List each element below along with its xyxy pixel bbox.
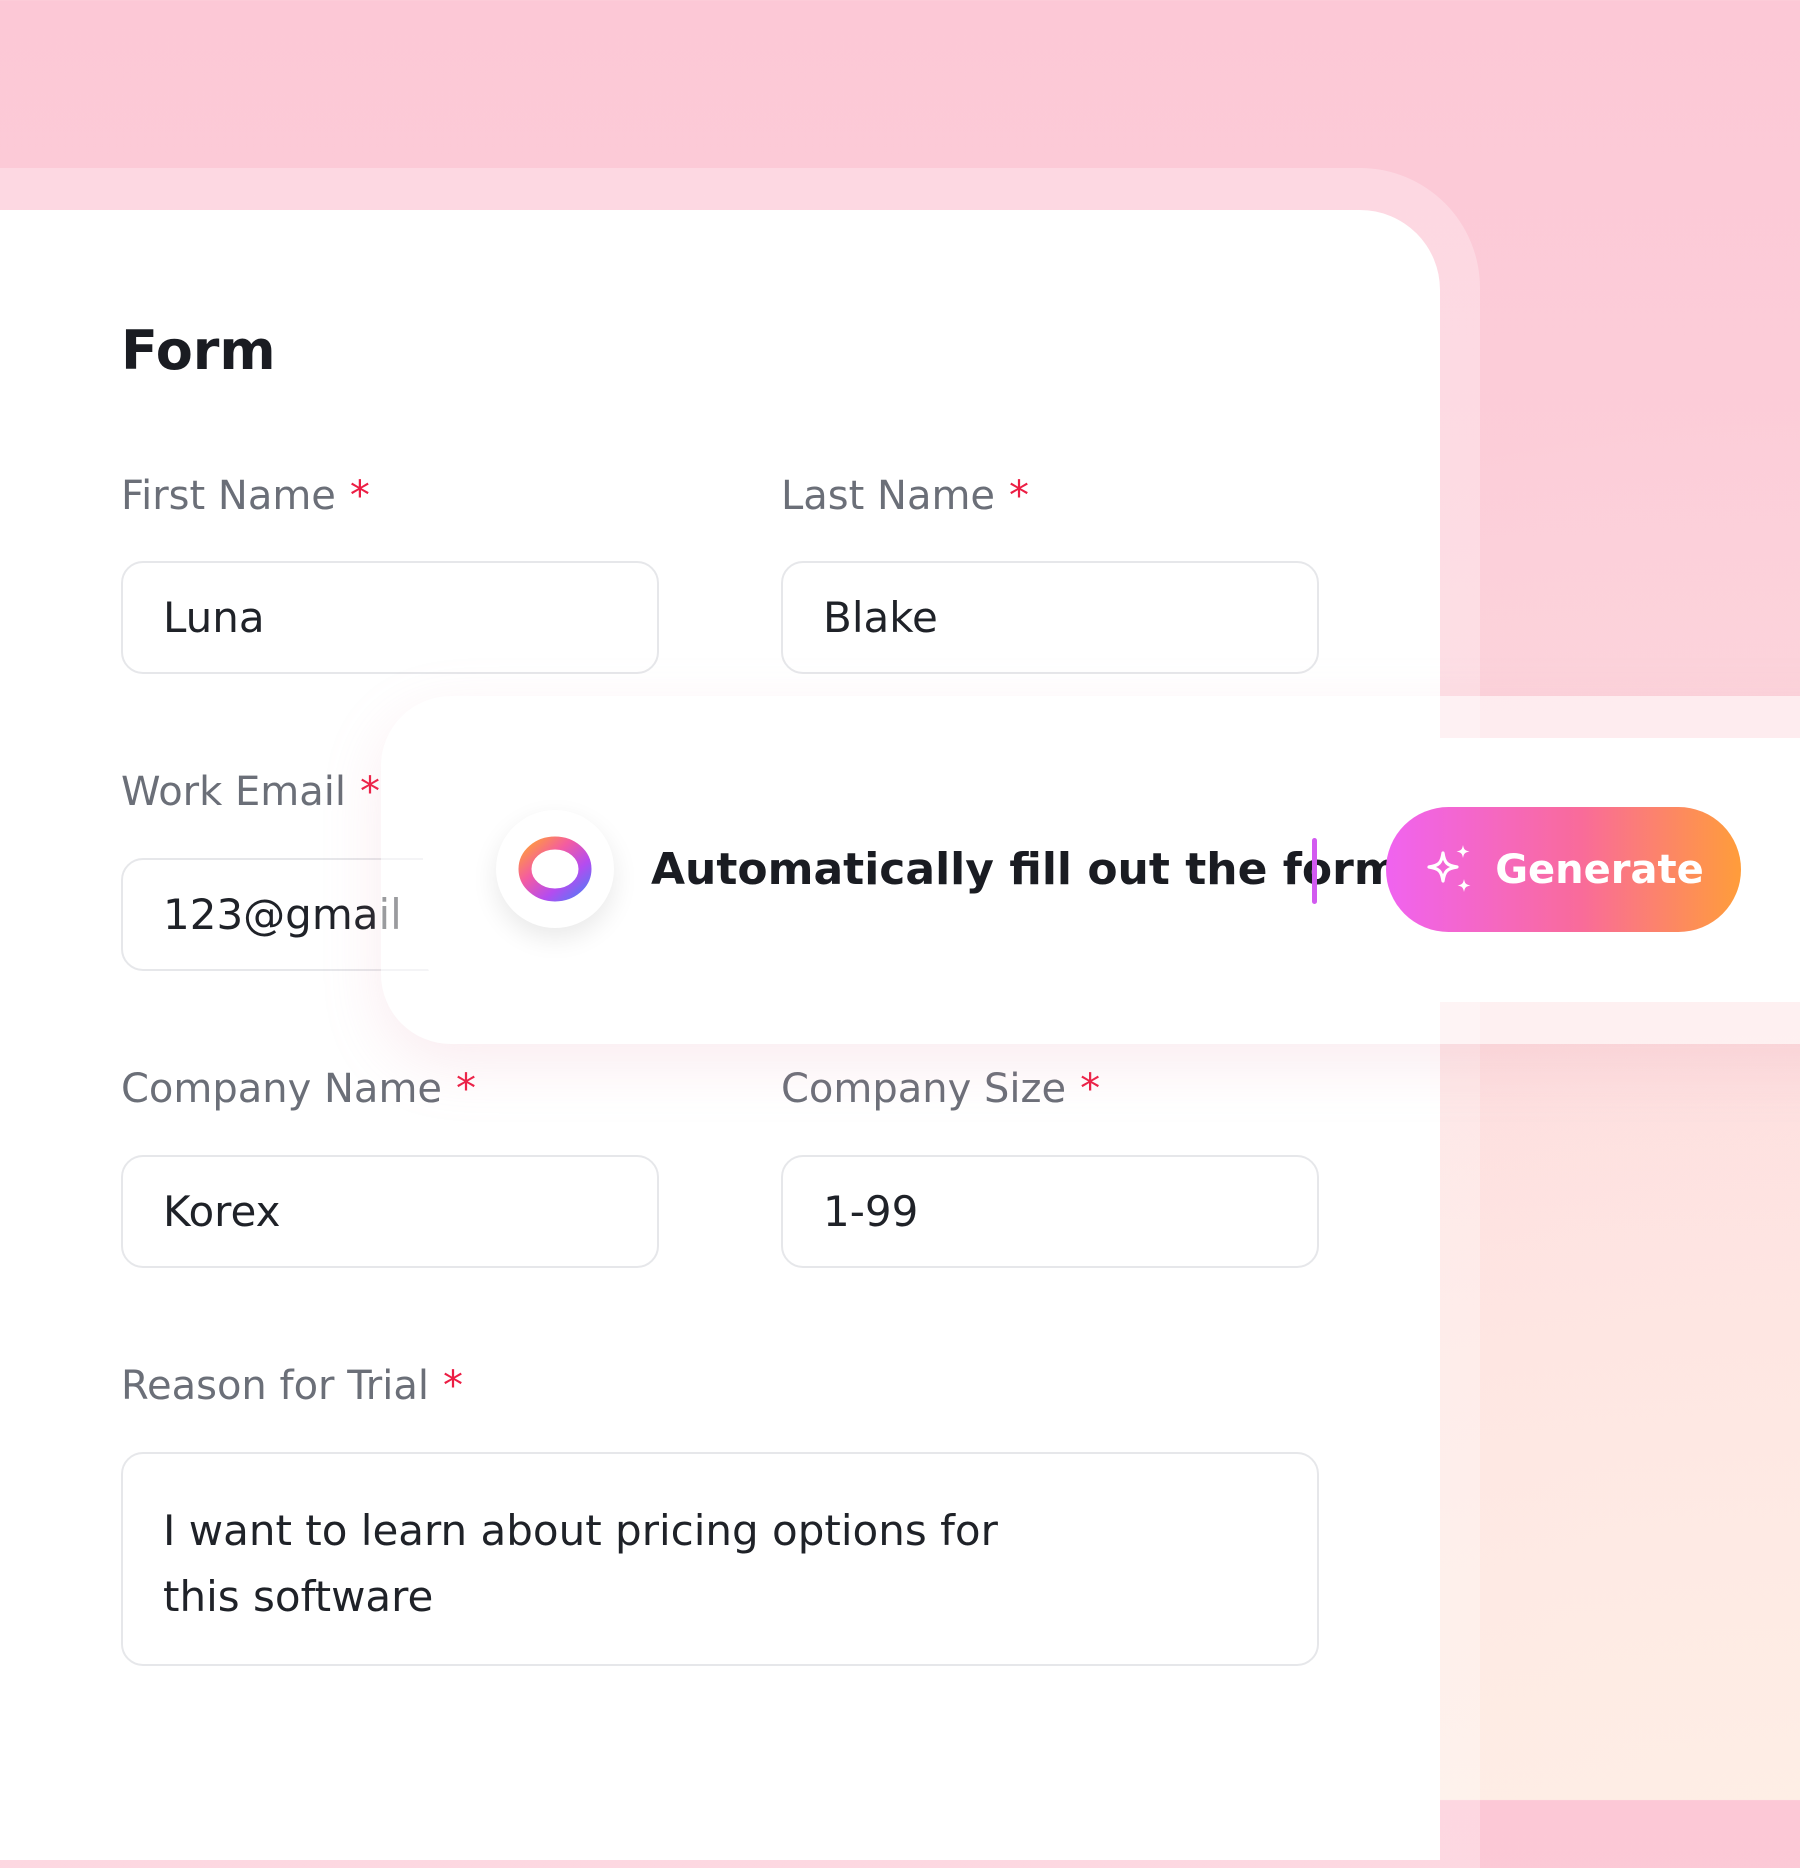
generate-label: Generate (1495, 846, 1704, 893)
required-asterisk: * (456, 1066, 477, 1112)
company-name-value: Korex (163, 1187, 281, 1236)
company-size-label-text: Company Size (781, 1066, 1067, 1112)
last-name-input[interactable]: Blake (781, 561, 1319, 674)
generate-button[interactable]: Generate (1386, 807, 1741, 932)
required-asterisk: * (1009, 473, 1030, 519)
last-name-label: Last Name * (781, 476, 1029, 516)
company-name-label-text: Company Name (121, 1066, 443, 1112)
form-title: Form (121, 319, 276, 382)
work-email-label-text: Work Email (121, 769, 346, 815)
ai-ring-logo (496, 810, 614, 928)
work-email-label: Work Email * (121, 772, 380, 812)
required-asterisk: * (1080, 1066, 1101, 1112)
required-asterisk: * (442, 1363, 463, 1409)
ai-ring-icon (518, 836, 592, 902)
reason-label-text: Reason for Trial (121, 1363, 429, 1409)
last-name-label-text: Last Name (781, 473, 996, 519)
last-name-value: Blake (823, 593, 938, 642)
first-name-input[interactable]: Luna (121, 561, 659, 674)
company-name-label: Company Name * (121, 1069, 476, 1109)
first-name-label: First Name * (121, 476, 370, 516)
company-size-value: 1-99 (823, 1187, 919, 1236)
required-asterisk: * (349, 473, 370, 519)
first-name-value: Luna (163, 593, 265, 642)
company-size-input[interactable]: 1-99 (781, 1155, 1319, 1268)
company-size-label: Company Size * (781, 1069, 1100, 1109)
ai-prompt-text[interactable]: Automatically fill out the form (651, 848, 1400, 892)
sparkles-icon (1427, 844, 1471, 892)
text-caret (1312, 838, 1317, 904)
reason-textarea[interactable]: I want to learn about pricing options fo… (121, 1452, 1319, 1666)
reason-label: Reason for Trial * (121, 1366, 463, 1406)
required-asterisk: * (359, 769, 380, 815)
company-name-input[interactable]: Korex (121, 1155, 659, 1268)
work-email-value: 123@gmail (163, 890, 402, 939)
reason-value: I want to learn about pricing options fo… (163, 1506, 998, 1621)
first-name-label-text: First Name (121, 473, 336, 519)
